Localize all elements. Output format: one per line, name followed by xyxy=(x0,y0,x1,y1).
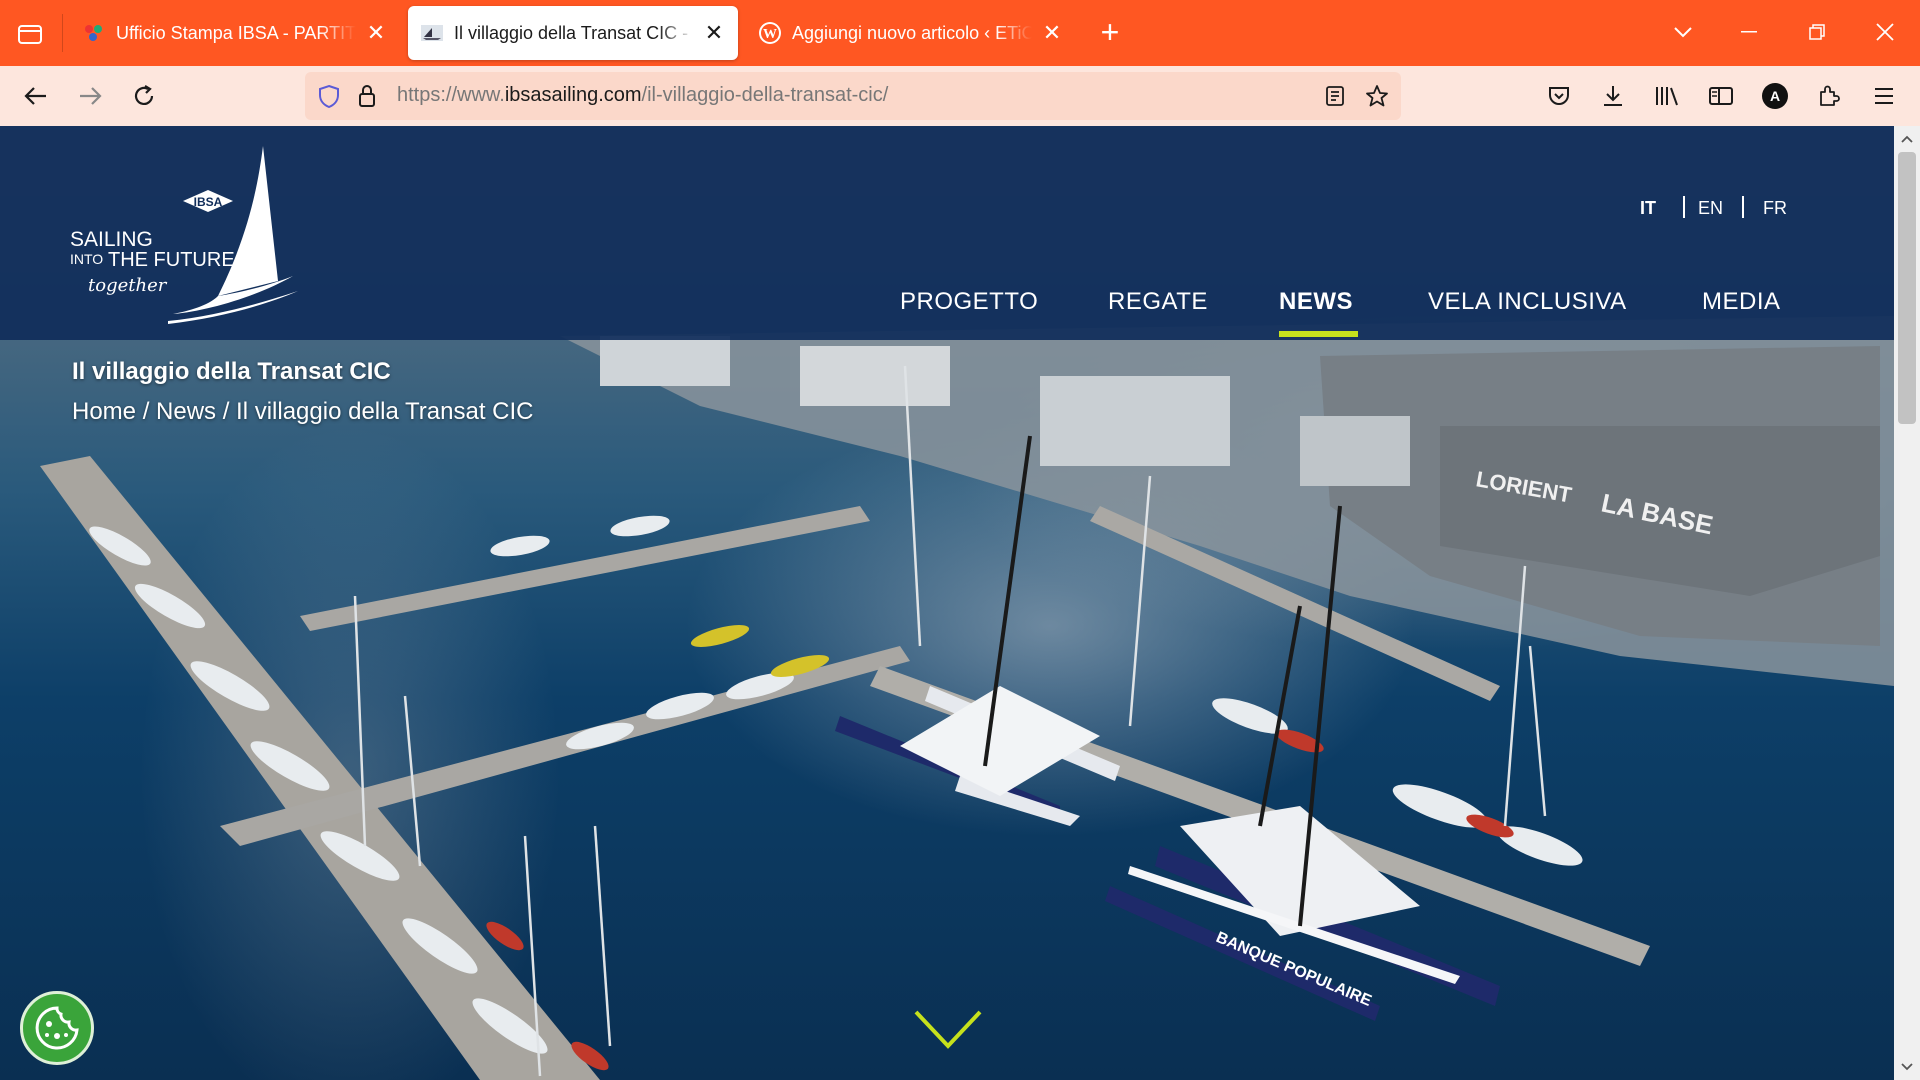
active-menu-indicator xyxy=(1279,331,1358,337)
scrollbar-thumb[interactable] xyxy=(1898,152,1916,424)
scroll-down-arrow[interactable] xyxy=(1894,1056,1920,1078)
tab-title: Il villaggio della Transat CIC - IBSA xyxy=(454,22,694,43)
reload-icon xyxy=(134,85,154,105)
forward-button[interactable] xyxy=(70,76,110,116)
restore-button[interactable] xyxy=(1794,12,1840,52)
lang-en[interactable]: EN xyxy=(1698,198,1723,219)
lang-separator xyxy=(1742,196,1744,218)
chevron-down-icon xyxy=(1674,27,1692,38)
menu-item-news[interactable]: NEWS xyxy=(1279,288,1353,316)
puzzle-piece-icon xyxy=(1820,85,1840,106)
scroll-up-arrow[interactable] xyxy=(1894,128,1920,150)
pocket-button[interactable] xyxy=(1539,76,1579,116)
site-header: IBSA SAILING INTO THE FUTURE together IT… xyxy=(0,126,1894,340)
logo-brand: IBSA xyxy=(194,195,223,209)
menu-item-vela-inclusiva[interactable]: VELA INCLUSIVA xyxy=(1428,288,1627,316)
download-icon xyxy=(1604,86,1622,106)
minimize-button[interactable] xyxy=(1726,12,1772,52)
tab-villaggio-transat[interactable]: Il villaggio della Transat CIC - IBSA ✕ xyxy=(408,6,738,60)
downloads-button[interactable] xyxy=(1593,76,1633,116)
url-path: /il-villaggio-della-transat-cic/ xyxy=(641,84,889,106)
menu-item-media[interactable]: MEDIA xyxy=(1702,288,1781,316)
logo-line1: SAILING xyxy=(70,228,153,251)
close-tab-icon[interactable]: ✕ xyxy=(364,21,388,45)
sidebar-button[interactable] xyxy=(1701,76,1741,116)
svg-text:W: W xyxy=(763,27,777,42)
close-window-button[interactable] xyxy=(1862,12,1908,52)
wordpress-icon: W xyxy=(758,21,782,45)
lock-icon[interactable] xyxy=(351,80,383,112)
tracking-protection-icon[interactable] xyxy=(313,80,345,112)
sidebar-icon xyxy=(1709,87,1733,105)
logo-line2a: INTO xyxy=(70,251,103,267)
restore-icon xyxy=(1809,24,1825,40)
tab-title: Aggiungi nuovo articolo ‹ ETiCHETTA xyxy=(792,22,1032,43)
account-button[interactable]: A xyxy=(1755,76,1795,116)
cookie-settings-button[interactable] xyxy=(20,991,94,1065)
navigation-toolbar: https://www.ibsasailing.com/il-villaggio… xyxy=(0,66,1920,126)
library-icon xyxy=(1656,87,1678,106)
close-tab-icon[interactable]: ✕ xyxy=(1040,21,1064,45)
extensions-button[interactable] xyxy=(1809,76,1849,116)
web-page: LORIENT LA BASE BANQUE POPULAIRE IBSA SA… xyxy=(0,126,1894,1080)
url-host: ibsasailing.com xyxy=(504,84,642,106)
hamburger-menu-icon xyxy=(1875,88,1893,104)
address-bar[interactable]: https://www.ibsasailing.com/il-villaggio… xyxy=(305,72,1401,120)
tab-strip-separator xyxy=(62,14,63,52)
tab-list-icon xyxy=(18,25,42,44)
menu-item-regate[interactable]: REGATE xyxy=(1108,288,1208,316)
avatar: A xyxy=(1762,83,1788,109)
sailing-into-the-future-logo[interactable]: IBSA SAILING INTO THE FUTURE together xyxy=(68,146,308,326)
lang-fr[interactable]: FR xyxy=(1763,198,1787,219)
app-menu-button[interactable] xyxy=(1864,76,1904,116)
logo-tagline: together xyxy=(88,275,168,296)
tab-overflow-button[interactable] xyxy=(1660,12,1706,52)
pocket-icon xyxy=(1549,87,1569,105)
close-tab-icon[interactable]: ✕ xyxy=(702,21,726,45)
breadcrumb[interactable]: Home / News / Il villaggio della Transat… xyxy=(72,398,534,426)
reader-view-icon[interactable] xyxy=(1319,80,1351,112)
page-title: Il villaggio della Transat CIC xyxy=(72,358,391,385)
url-prefix: https://www. xyxy=(397,84,505,106)
close-icon xyxy=(1876,23,1894,41)
arrow-left-icon xyxy=(24,87,46,105)
colorful-logo-icon xyxy=(82,21,106,45)
page-scrollbar[interactable] xyxy=(1894,126,1920,1080)
reload-button[interactable] xyxy=(124,76,164,116)
logo-line2b: THE FUTURE xyxy=(108,249,235,271)
firefox-view-button[interactable] xyxy=(12,16,48,52)
trimaran-1 xyxy=(835,686,1120,826)
chevron-down-icon xyxy=(1901,1063,1913,1071)
arrow-right-icon xyxy=(80,87,102,105)
url-text[interactable]: https://www.ibsasailing.com/il-villaggio… xyxy=(397,84,888,107)
library-button[interactable] xyxy=(1647,76,1687,116)
sailing-photo-icon xyxy=(420,21,444,45)
lang-it[interactable]: IT xyxy=(1640,198,1656,219)
tab-strip: Ufficio Stampa IBSA - PARTITA IVA ✕ Il v… xyxy=(0,0,1920,66)
bookmark-star-icon[interactable] xyxy=(1361,80,1393,112)
tab-ufficio-stampa[interactable]: Ufficio Stampa IBSA - PARTITA IVA ✕ xyxy=(70,6,400,60)
menu-item-progetto[interactable]: PROGETTO xyxy=(900,288,1038,316)
cookie-icon xyxy=(35,1006,79,1050)
lang-separator xyxy=(1683,196,1685,218)
chevron-up-icon xyxy=(1901,135,1913,143)
minimize-icon xyxy=(1741,31,1757,33)
tab-title: Ufficio Stampa IBSA - PARTITA IVA xyxy=(116,22,356,43)
new-tab-button[interactable]: + xyxy=(1092,14,1128,50)
back-button[interactable] xyxy=(16,76,56,116)
tab-aggiungi-articolo[interactable]: W Aggiungi nuovo articolo ‹ ETiCHETTA ✕ xyxy=(746,6,1076,60)
scroll-down-chevron-icon[interactable] xyxy=(912,1006,984,1056)
